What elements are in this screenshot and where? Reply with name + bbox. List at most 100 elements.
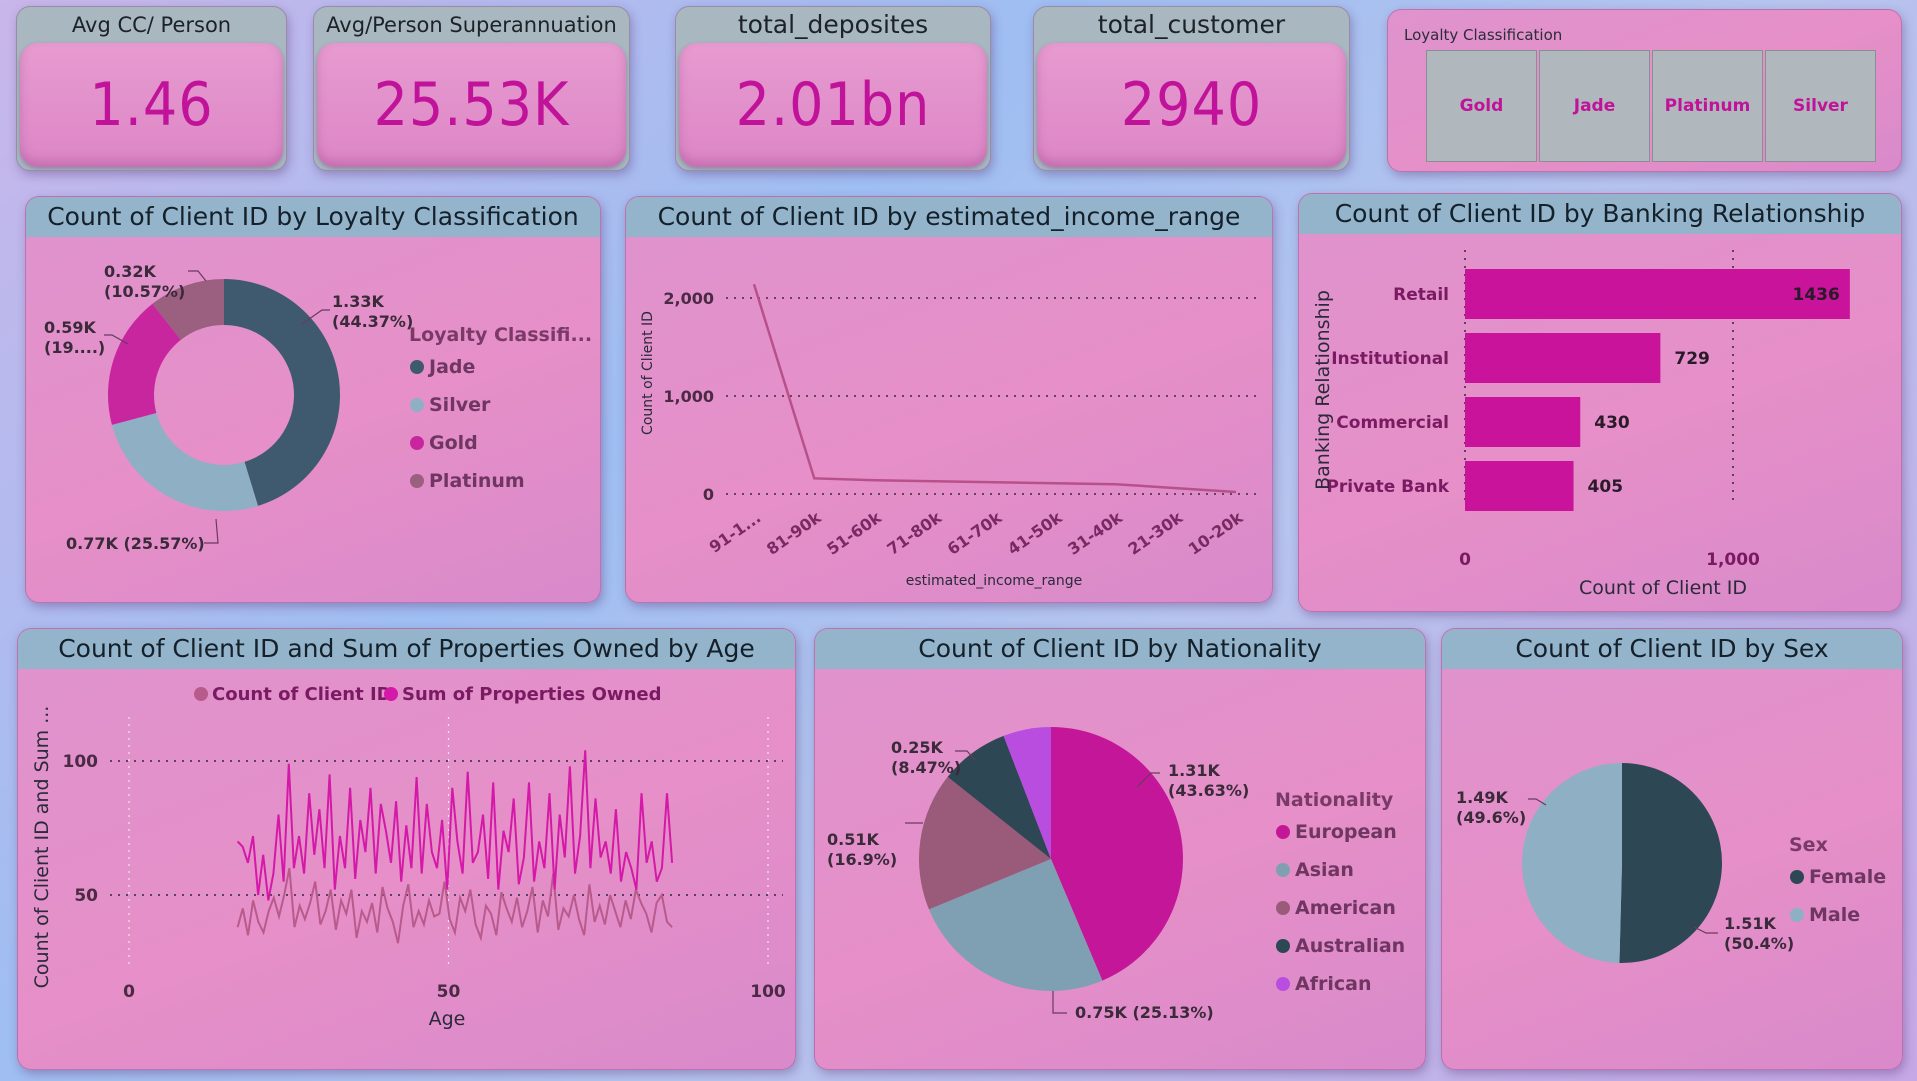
bar-institutional — [1465, 333, 1661, 383]
series-line-1 — [236, 750, 674, 901]
data-label: 405 — [1588, 477, 1624, 497]
income-chart-panel: Count of Client ID by estimated_income_r… — [625, 196, 1273, 603]
kpi-value: 2940 — [1120, 70, 1263, 140]
legend-marker — [1790, 908, 1804, 922]
legend-marker — [1790, 870, 1804, 884]
x-tick-label: 1,000 — [1706, 550, 1760, 570]
data-label: 1.31K (43.63%) — [1168, 761, 1249, 800]
chart-title: Count of Client ID by estimated_income_r… — [626, 197, 1272, 237]
data-label: 1436 — [1793, 285, 1840, 305]
x-tick-label: 21-30k — [1125, 508, 1187, 559]
x-tick-label: 61-70k — [944, 508, 1006, 559]
data-label: 0.51K (16.9%) — [827, 830, 897, 869]
slice-silver — [111, 413, 258, 511]
data-label: 1.51K (50.4%) — [1724, 914, 1794, 953]
chart-title: Count of Client ID by Sex — [1442, 629, 1902, 669]
kpi-card-avg-superannuation: Avg/Person Superannuation 25.53K — [313, 6, 630, 171]
data-label: 0.77K (25.57%) — [66, 534, 205, 553]
loyalty-slicer: Loyalty Classification Gold Jade Platinu… — [1387, 9, 1902, 172]
nationality-chart-panel: Count of Client ID by Nationality Nation… — [814, 628, 1426, 1070]
x-tick-label: 81-90k — [763, 508, 825, 559]
x-axis-title: Age — [429, 1008, 466, 1030]
y-tick-label: Private Bank — [1326, 477, 1449, 497]
age-line-chart[interactable]: 0 50 100 100 50 Count of Client ID Sum of Prop… — [18, 669, 795, 1069]
data-label: 0.32K (10.57%) — [104, 262, 185, 301]
legend-item: African — [1295, 973, 1371, 995]
chart-title: Count of Client ID by Banking Relationsh… — [1299, 194, 1901, 234]
legend-marker — [384, 687, 398, 701]
x-tick-label: 31-40k — [1064, 508, 1126, 559]
legend-item: Count of Client ID — [212, 684, 392, 705]
chart-title: Count of Client ID by Nationality — [815, 629, 1425, 669]
data-label: 729 — [1674, 349, 1710, 369]
legend-marker — [194, 687, 208, 701]
legend-marker — [410, 398, 424, 412]
y-tick-label: Commercial — [1336, 413, 1449, 433]
y-axis-title: Banking Relationship — [1312, 290, 1334, 490]
kpi-tile: 2.01bn — [679, 43, 987, 167]
legend-item: Silver — [429, 394, 491, 416]
x-tick-label: 10-20k — [1185, 508, 1247, 559]
sex-pie-chart[interactable]: Sex Female Male 1.51K (50.4%) 1.49K (49.6%) — [1442, 669, 1902, 1069]
x-axis-title: Count of Client ID — [1579, 577, 1747, 599]
data-label: 1.49K (49.6%) — [1456, 788, 1526, 827]
legend-item: Jade — [427, 356, 475, 378]
legend-item: Gold — [429, 432, 478, 454]
slicer-option-jade[interactable]: Jade — [1539, 50, 1650, 162]
legend-item: Australian — [1295, 935, 1405, 957]
y-tick-label: 2,000 — [663, 289, 714, 308]
slicer-option-gold[interactable]: Gold — [1426, 50, 1537, 162]
x-axis-title: estimated_income_range — [906, 573, 1082, 589]
legend-title: Sex — [1789, 834, 1828, 856]
y-tick-label: 0 — [703, 485, 714, 504]
legend-item: Asian — [1295, 859, 1354, 881]
x-tick-label: 50 — [437, 982, 461, 1002]
legend-marker — [1276, 863, 1290, 877]
legend-marker — [1276, 901, 1290, 915]
bar-commercial — [1465, 397, 1581, 447]
data-label: 1.33K (44.37%) — [332, 292, 413, 331]
kpi-title: Avg CC/ Person — [71, 13, 232, 37]
kpi-card-total-customer: total_customer 2940 — [1033, 6, 1350, 171]
slicer-option-silver[interactable]: Silver — [1765, 50, 1876, 162]
chart-title: Count of Client ID and Sum of Properties… — [18, 629, 795, 669]
loyalty-donut-chart[interactable]: Loyalty Classifi... Jade Silver Gold Platinu… — [26, 237, 600, 602]
data-label: 0.25K (8.47%) — [891, 738, 961, 777]
series-line — [752, 283, 1237, 494]
slicer-title: Loyalty Classification — [1404, 26, 1563, 44]
loyalty-chart-panel: Count of Client ID by Loyalty Classifica… — [25, 196, 601, 603]
kpi-title: total_customer — [1097, 10, 1286, 39]
banking-chart-panel: Count of Client ID by Banking Relationsh… — [1298, 193, 1902, 612]
x-tick-label: 71-80k — [884, 508, 946, 559]
y-tick-label: 1,000 — [663, 387, 714, 406]
data-label: 0.75K (25.13%) — [1075, 1003, 1214, 1022]
nationality-pie-chart[interactable]: Nationality European Asian American Australi… — [815, 669, 1425, 1069]
legend-marker — [410, 360, 424, 374]
chart-title: Count of Client ID by Loyalty Classifica… — [26, 197, 600, 237]
y-tick-label: Retail — [1393, 285, 1449, 305]
data-label: 0.59K (19....) — [44, 318, 105, 357]
legend-marker — [1276, 825, 1290, 839]
y-tick-label: 100 — [63, 752, 99, 772]
x-tick-label: 91-1... — [706, 508, 765, 557]
income-line-chart[interactable]: 2,000 1,000 0 91-1...81-90k51-60k71-80k61-7… — [626, 237, 1272, 602]
y-tick-label: Institutional — [1331, 349, 1449, 369]
label-leader — [188, 270, 207, 282]
x-tick-label: 41-50k — [1004, 508, 1066, 559]
kpi-title: Avg/Person Superannuation — [326, 13, 617, 37]
kpi-card-total-deposits: total_deposites 2.01bn — [675, 6, 991, 171]
legend-marker — [1276, 939, 1290, 953]
legend-item: Male — [1809, 904, 1860, 926]
slicer-option-platinum[interactable]: Platinum — [1652, 50, 1763, 162]
banking-bar-chart[interactable]: Retail 1436 Institutional 729 Commercial 430 P… — [1299, 234, 1901, 611]
legend-item: American — [1295, 897, 1396, 919]
x-tick-label: 0 — [1459, 550, 1471, 570]
age-chart-panel: Count of Client ID and Sum of Properties… — [17, 628, 796, 1070]
x-tick-label: 51-60k — [823, 508, 885, 559]
legend-marker — [410, 474, 424, 488]
x-tick-label: 0 — [123, 982, 135, 1002]
legend-marker — [1276, 977, 1290, 991]
data-label: 430 — [1594, 413, 1630, 433]
series-line-0 — [236, 868, 673, 944]
legend-title: Nationality — [1275, 789, 1394, 811]
